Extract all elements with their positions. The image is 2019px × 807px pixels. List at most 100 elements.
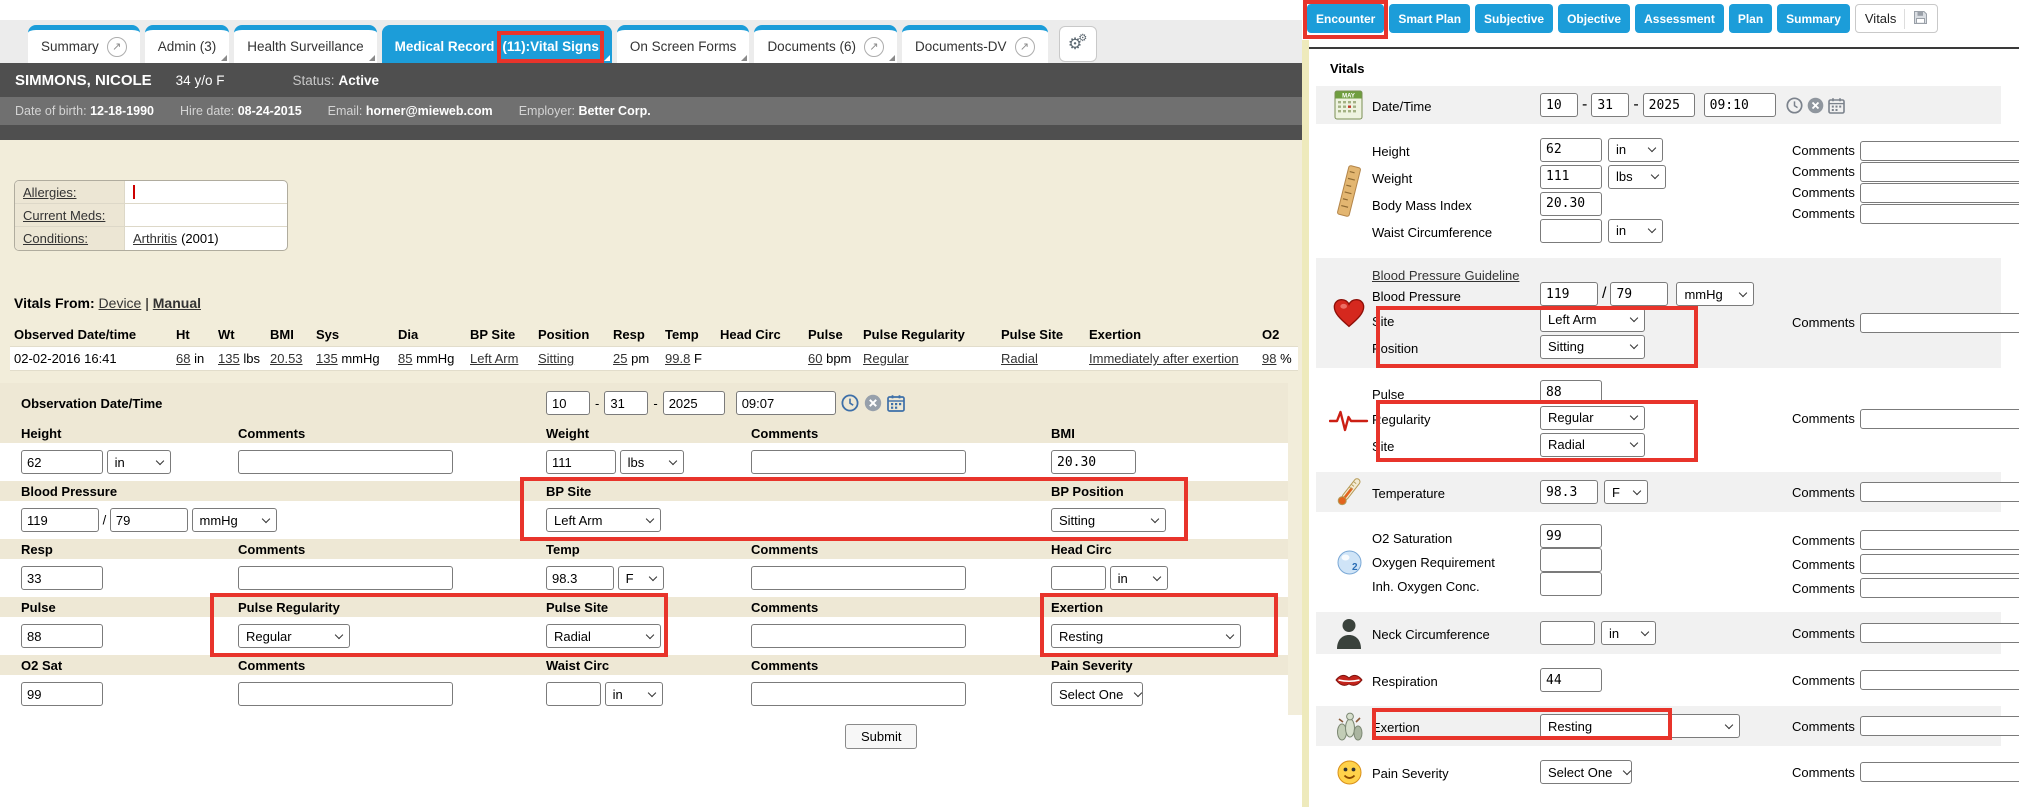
inh-oxygen-conc-input[interactable] bbox=[1540, 572, 1602, 596]
o2-comments-input[interactable] bbox=[238, 682, 453, 706]
height-comments-input[interactable] bbox=[1860, 141, 2019, 161]
pulse-site-select[interactable]: Radial bbox=[546, 624, 661, 648]
exertion-select[interactable]: Resting bbox=[1540, 714, 1740, 738]
height-unit-select[interactable]: in bbox=[107, 450, 171, 474]
head-circ-input[interactable] bbox=[1051, 566, 1106, 590]
obs-month-input[interactable] bbox=[546, 391, 590, 415]
waist-input[interactable] bbox=[1540, 219, 1602, 243]
allergies-link[interactable]: Allergies: bbox=[23, 185, 76, 200]
oxygen-requirement-input[interactable] bbox=[1540, 548, 1602, 572]
tab-vitals[interactable]: Vitals bbox=[1855, 4, 1939, 33]
bp-unit-select[interactable]: mmHg bbox=[192, 508, 277, 532]
vitals-from-device-link[interactable]: Device bbox=[99, 295, 142, 311]
submit-button[interactable]: Submit bbox=[845, 724, 917, 749]
tab-on-screen-forms[interactable]: On Screen Forms bbox=[617, 25, 750, 63]
temperature-unit-select[interactable]: F bbox=[1604, 480, 1648, 504]
weight-input[interactable] bbox=[546, 450, 616, 474]
exertion-select[interactable]: Resting bbox=[1051, 624, 1241, 648]
tab-encounter[interactable]: Encounter bbox=[1307, 4, 1384, 33]
neck-unit-select[interactable]: in bbox=[1601, 621, 1656, 645]
temp-comments-input[interactable] bbox=[751, 566, 966, 590]
datetime-day-input[interactable] bbox=[1591, 93, 1629, 117]
pulse-comments-input[interactable] bbox=[1860, 409, 2019, 429]
tab-subjective[interactable]: Subjective bbox=[1475, 4, 1553, 33]
height-unit-select[interactable]: in bbox=[1608, 138, 1663, 162]
tab-summary-right[interactable]: Summary bbox=[1777, 4, 1850, 33]
bp-site-select[interactable]: Left Arm bbox=[546, 508, 661, 532]
temp-input[interactable] bbox=[546, 566, 614, 590]
external-link-icon[interactable]: ↗ bbox=[864, 37, 884, 57]
tab-settings-button[interactable]: ⚙ ⚙ bbox=[1059, 26, 1097, 62]
pulse-comments-input[interactable] bbox=[751, 624, 966, 648]
o2-saturation-input[interactable] bbox=[1540, 524, 1602, 548]
bmi-input[interactable] bbox=[1051, 450, 1136, 474]
bp-diastolic-input[interactable] bbox=[110, 508, 188, 532]
clear-icon[interactable] bbox=[864, 394, 882, 412]
datetime-year-input[interactable] bbox=[1643, 93, 1695, 117]
temp-unit-select[interactable]: F bbox=[618, 566, 664, 590]
condition-arthritis-link[interactable]: Arthritis bbox=[133, 231, 177, 246]
datetime-month-input[interactable] bbox=[1540, 93, 1578, 117]
o2-sat-comments-input[interactable] bbox=[1860, 530, 2019, 550]
pulse-regularity-select[interactable]: Regular bbox=[1540, 406, 1645, 430]
weight-unit-select[interactable]: lbs bbox=[620, 450, 684, 474]
oxygen-req-comments-input[interactable] bbox=[1860, 554, 2019, 574]
obs-time-input[interactable] bbox=[736, 391, 836, 415]
clock-icon[interactable] bbox=[1786, 97, 1803, 114]
bp-position-select[interactable]: Sitting bbox=[1051, 508, 1166, 532]
bp-unit-select[interactable]: mmHg bbox=[1676, 282, 1754, 306]
pain-severity-select[interactable]: Select One bbox=[1051, 682, 1143, 706]
calendar-icon[interactable] bbox=[1828, 97, 1845, 114]
weight-comments-input[interactable] bbox=[751, 450, 966, 474]
temperature-comments-input[interactable] bbox=[1860, 482, 2019, 502]
height-comments-input[interactable] bbox=[238, 450, 453, 474]
waist-unit-select[interactable]: in bbox=[1608, 219, 1663, 243]
neck-circumference-input[interactable] bbox=[1540, 621, 1595, 645]
vitals-from-manual-link[interactable]: Manual bbox=[153, 295, 201, 311]
waist-circ-unit-select[interactable]: in bbox=[605, 682, 663, 706]
exertion-comments-input[interactable] bbox=[1860, 716, 2019, 736]
tab-documents-dv[interactable]: Documents-DV ↗ bbox=[902, 25, 1048, 63]
respiration-comments-input[interactable] bbox=[1860, 670, 2019, 690]
clock-icon[interactable] bbox=[841, 394, 859, 412]
current-meds-link[interactable]: Current Meds: bbox=[23, 208, 105, 223]
waist-circ-input[interactable] bbox=[546, 682, 601, 706]
external-link-icon[interactable]: ↗ bbox=[1015, 37, 1035, 57]
bmi-comments-input[interactable] bbox=[1860, 183, 2019, 203]
pulse-input[interactable] bbox=[21, 624, 103, 648]
bp-diastolic-input[interactable] bbox=[1610, 282, 1668, 306]
tab-assessment[interactable]: Assessment bbox=[1635, 4, 1724, 33]
calendar-icon[interactable] bbox=[887, 394, 905, 412]
tab-objective[interactable]: Objective bbox=[1558, 4, 1630, 33]
tab-plan[interactable]: Plan bbox=[1729, 4, 1772, 33]
resp-input[interactable] bbox=[21, 566, 103, 590]
external-link-icon[interactable]: ↗ bbox=[107, 37, 127, 57]
datetime-time-input[interactable] bbox=[1704, 93, 1776, 117]
waist-comments-input[interactable] bbox=[1860, 204, 2019, 224]
obs-day-input[interactable] bbox=[604, 391, 648, 415]
conditions-link[interactable]: Conditions: bbox=[23, 231, 88, 246]
respiration-input[interactable] bbox=[1540, 668, 1602, 692]
temperature-input[interactable] bbox=[1540, 480, 1598, 504]
height-input[interactable] bbox=[1540, 138, 1602, 162]
inh-oxygen-comments-input[interactable] bbox=[1860, 578, 2019, 598]
tab-admin[interactable]: Admin (3) bbox=[145, 25, 230, 63]
tab-health-surveillance[interactable]: Health Surveillance bbox=[234, 25, 376, 63]
pain-comments-input[interactable] bbox=[1860, 762, 2019, 782]
bp-comments-input[interactable] bbox=[1860, 313, 2019, 333]
weight-unit-select[interactable]: lbs bbox=[1608, 165, 1666, 189]
clear-icon[interactable] bbox=[1807, 97, 1824, 114]
tab-smart-plan[interactable]: Smart Plan bbox=[1389, 4, 1470, 33]
bp-site-select[interactable]: Left Arm bbox=[1540, 308, 1645, 332]
pain-severity-select[interactable]: Select One bbox=[1540, 760, 1632, 784]
pulse-input[interactable] bbox=[1540, 380, 1602, 404]
bp-systolic-input[interactable] bbox=[21, 508, 99, 532]
obs-year-input[interactable] bbox=[663, 391, 725, 415]
head-circ-unit-select[interactable]: in bbox=[1110, 566, 1168, 590]
bp-guideline-link[interactable]: Blood Pressure Guideline bbox=[1372, 268, 1519, 283]
tab-medical-record-vital-signs[interactable]: Medical Record (11):Vital Signs bbox=[382, 25, 612, 63]
resp-comments-input[interactable] bbox=[238, 566, 453, 590]
bp-systolic-input[interactable] bbox=[1540, 282, 1598, 306]
tab-summary[interactable]: Summary ↗ bbox=[28, 25, 140, 63]
height-input[interactable] bbox=[21, 450, 103, 474]
